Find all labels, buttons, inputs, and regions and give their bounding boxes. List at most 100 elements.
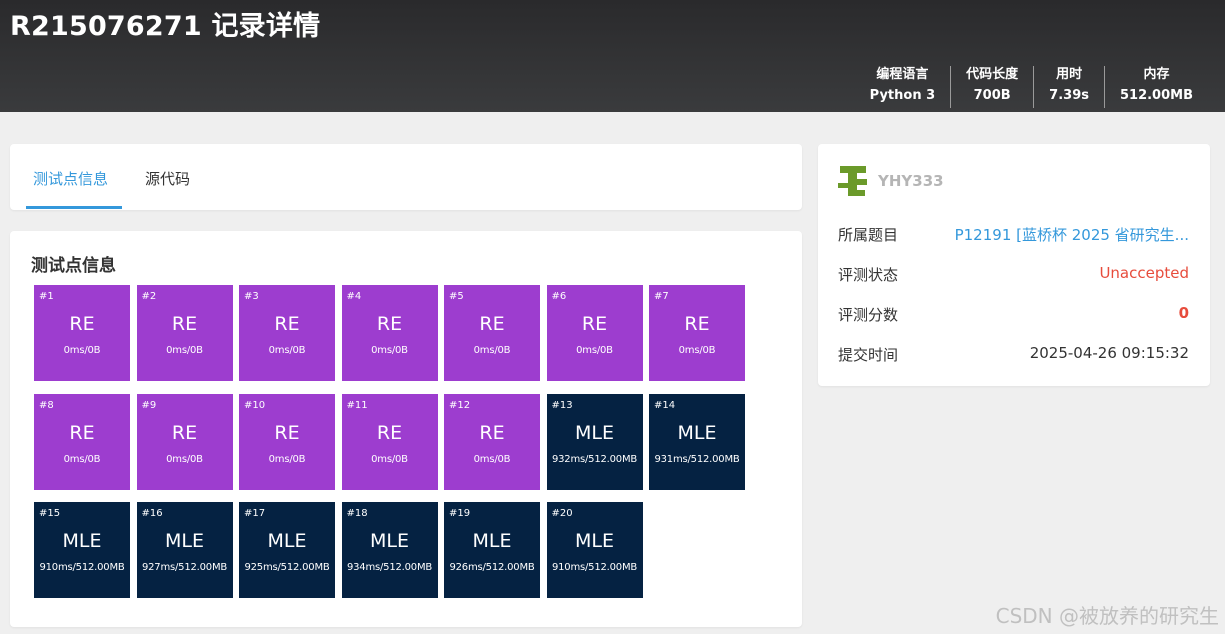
active-tab-indicator — [26, 206, 122, 209]
problem-link[interactable]: P12191 [蓝桥杯 2025 省研究生... — [955, 224, 1189, 245]
testcase-tile[interactable]: #20 MLE 910ms/512.00MB — [546, 502, 643, 598]
watermark: CSDN @被放养的研究生 — [995, 604, 1219, 628]
testcase-number: #16 — [141, 508, 163, 519]
testcase-tile[interactable]: #9 RE 0ms/0B — [136, 393, 233, 490]
testcase-number: #7 — [654, 291, 669, 302]
testcase-time-memory: 0ms/0B — [268, 453, 306, 465]
testcase-tile[interactable]: #7 RE 0ms/0B — [649, 285, 745, 381]
problem-label: 所属题目 — [838, 226, 899, 244]
status-label: 评测状态 — [838, 266, 899, 284]
info-row-score: 评测分数 0 — [838, 304, 1189, 326]
page-header: R215076271 记录详情 编程语言 Python 3 代码长度 700B … — [0, 0, 1225, 112]
stat-label: 用时 — [1056, 67, 1083, 82]
testcase-tile[interactable]: #18 MLE 934ms/512.00MB — [341, 502, 438, 598]
stat-code-length: 代码长度 700B — [950, 66, 1033, 108]
testcase-tile[interactable]: #4 RE 0ms/0B — [341, 285, 438, 381]
testcase-time-memory: 910ms/512.00MB — [551, 562, 638, 573]
testcase-time-memory: 0ms/0B — [473, 345, 511, 356]
submission-stats: 编程语言 Python 3 代码长度 700B 用时 7.39s 内存 512.… — [855, 66, 1208, 108]
testcase-time-memory: 0ms/0B — [63, 345, 101, 356]
testcase-time-memory: 932ms/512.00MB — [551, 453, 638, 465]
stat-value: 700B — [973, 88, 1011, 103]
testcase-status: RE — [171, 421, 198, 444]
testcase-time-memory: 926ms/512.00MB — [449, 562, 535, 573]
testcase-time-memory: 0ms/0B — [576, 345, 613, 356]
testcase-number: #9 — [141, 399, 157, 411]
testcase-tile[interactable]: #2 RE 0ms/0B — [136, 285, 233, 381]
submission-info-card: YHY333 所属题目 P12191 [蓝桥杯 2025 省研究生... 评测状… — [818, 144, 1210, 386]
testcase-tile[interactable]: #15 MLE 910ms/512.00MB — [34, 502, 130, 598]
testcase-number: #13 — [551, 399, 573, 411]
username-link[interactable]: YHY333 — [878, 172, 944, 190]
testcase-time-memory: 0ms/0B — [166, 345, 203, 356]
testcase-tile[interactable]: #11 RE 0ms/0B — [341, 393, 438, 490]
testcase-time-memory: 925ms/512.00MB — [244, 562, 330, 573]
stat-label: 代码长度 — [966, 67, 1019, 82]
testcase-status: MLE — [472, 530, 512, 552]
testcase-number: #17 — [244, 508, 266, 519]
testcase-tile[interactable]: #10 RE 0ms/0B — [239, 393, 335, 490]
testcase-status: RE — [479, 313, 505, 335]
stat-label: 内存 — [1143, 67, 1170, 82]
stat-memory: 内存 512.00MB — [1103, 66, 1208, 108]
testcase-status: RE — [171, 313, 198, 335]
testcase-number: #15 — [39, 508, 61, 519]
testcase-tile[interactable]: #14 MLE 931ms/512.00MB — [649, 393, 745, 490]
testcase-number: #18 — [346, 508, 368, 519]
info-row-submit-time: 提交时间 2025-04-26 09:15:32 — [838, 344, 1189, 366]
testcase-status: MLE — [370, 530, 409, 552]
score-value: 0 — [1178, 304, 1189, 322]
stat-language: 编程语言 Python 3 — [855, 66, 950, 108]
testcase-status: RE — [69, 421, 95, 444]
testcase-number: #2 — [141, 291, 157, 302]
submit-time-label: 提交时间 — [838, 346, 899, 364]
testcase-number: #12 — [449, 399, 471, 411]
testcase-status: RE — [581, 313, 608, 335]
score-label: 评测分数 — [838, 306, 899, 324]
stat-label: 编程语言 — [876, 67, 929, 82]
testcase-time-memory: 0ms/0B — [166, 453, 203, 465]
testcase-status: RE — [274, 421, 300, 444]
testcase-status: MLE — [267, 530, 307, 552]
testcase-number: #14 — [654, 399, 676, 411]
testcase-number: #4 — [346, 291, 362, 302]
testcase-tile[interactable]: #16 MLE 927ms/512.00MB — [136, 502, 233, 598]
testcase-time-memory: 927ms/512.00MB — [141, 562, 228, 573]
testcase-tile[interactable]: #17 MLE 925ms/512.00MB — [239, 502, 335, 598]
testcases-card: 测试点信息 #1 RE 0ms/0B #2 RE 0ms/0B #3 RE 0ms/0B #4 RE… — [10, 231, 802, 627]
stat-value: 7.39s — [1049, 88, 1089, 103]
tabs-card: 测试点信息 源代码 — [10, 144, 802, 210]
testcase-tile[interactable]: #12 RE 0ms/0B — [444, 393, 540, 490]
user-info: YHY333 — [838, 164, 944, 198]
stat-value: 512.00MB — [1119, 88, 1193, 103]
testcase-status: RE — [376, 421, 403, 444]
testcase-tile[interactable]: #6 RE 0ms/0B — [546, 285, 643, 381]
testcase-number: #6 — [551, 291, 567, 302]
user-avatar-icon[interactable] — [838, 164, 870, 198]
testcase-time-memory: 0ms/0B — [63, 453, 101, 465]
testcase-number: #11 — [346, 399, 368, 411]
testcase-tile[interactable]: #19 MLE 926ms/512.00MB — [444, 502, 540, 598]
testcase-number: #5 — [449, 291, 464, 302]
testcase-status: MLE — [165, 530, 204, 552]
testcase-number: #10 — [244, 399, 266, 411]
tab-testcases[interactable]: 测试点信息 — [33, 168, 108, 189]
testcase-tile[interactable]: #8 RE 0ms/0B — [34, 393, 130, 490]
testcase-status: RE — [376, 313, 403, 335]
testcase-time-memory: 934ms/512.00MB — [346, 562, 433, 573]
stat-value: Python 3 — [869, 88, 936, 103]
testcase-time-memory: 0ms/0B — [371, 453, 408, 465]
testcase-tile[interactable]: #13 MLE 932ms/512.00MB — [546, 393, 643, 490]
testcase-status: RE — [274, 313, 300, 335]
testcase-status: RE — [69, 313, 95, 335]
testcase-tile[interactable]: #1 RE 0ms/0B — [34, 285, 130, 381]
stat-time: 用时 7.39s — [1033, 66, 1104, 108]
tab-source-code[interactable]: 源代码 — [145, 168, 190, 189]
testcase-tile[interactable]: #3 RE 0ms/0B — [239, 285, 335, 381]
testcase-status: MLE — [677, 421, 717, 444]
testcase-status: RE — [479, 421, 505, 444]
testcase-number: #8 — [39, 399, 54, 411]
testcase-time-memory: 0ms/0B — [268, 345, 306, 356]
testcase-status: RE — [684, 313, 710, 335]
testcase-tile[interactable]: #5 RE 0ms/0B — [444, 285, 540, 381]
